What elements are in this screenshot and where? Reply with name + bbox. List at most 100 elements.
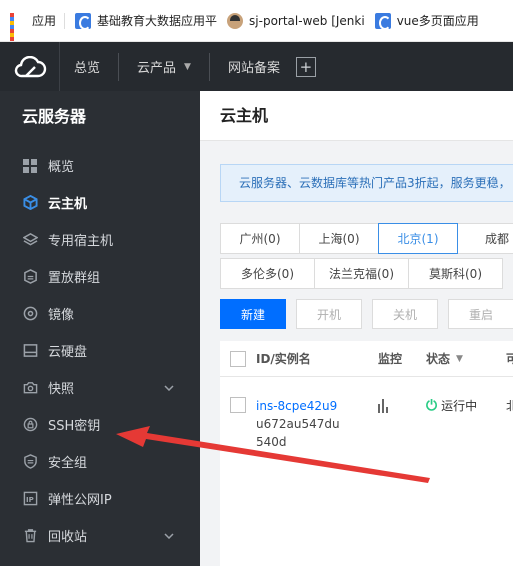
- plus-icon: +: [299, 57, 313, 76]
- region-row: 多伦多(0) 法兰克福(0) 莫斯科(0): [220, 258, 513, 289]
- sidebar-item-label: 弹性公网IP: [48, 493, 112, 508]
- sidebar-item-snapshot[interactable]: 快照: [0, 369, 200, 406]
- nav-icp-label: 网站备案: [227, 61, 280, 76]
- instance-id-link[interactable]: ins-8cpe42u9: [256, 397, 378, 415]
- sidebar-item-label: 镜像: [48, 308, 75, 323]
- instance-name: u672au547du540d: [256, 417, 340, 449]
- status-cell: ⏻ 运行中: [426, 397, 506, 414]
- sidebar-item-security-group[interactable]: 安全组: [0, 443, 200, 480]
- row-checkbox[interactable]: [230, 397, 246, 413]
- group-icon: [22, 269, 38, 285]
- svg-text:IP: IP: [26, 495, 34, 504]
- column-header-status[interactable]: 状态 ▼: [426, 350, 506, 367]
- chevron-down-icon: [164, 529, 174, 542]
- bookmark-label: vue多页面应用: [396, 14, 479, 28]
- disk-icon: [22, 343, 38, 359]
- top-navbar: 总览 云产品 ▼ 网站备案 +: [0, 42, 513, 91]
- filter-icon[interactable]: ▼: [456, 354, 463, 364]
- bookmark-jenkins[interactable]: sj-portal-web [Jenki: [227, 9, 365, 33]
- table-header: ID/实例名 监控 状态 ▼ 可: [220, 341, 513, 377]
- promo-notice[interactable]: 云服务器、云数据库等热门产品3折起，服务更稳，: [220, 164, 513, 202]
- bookmark-label: 基础教育大数据应用平: [97, 14, 218, 28]
- nav-products-dropdown[interactable]: 云产品 ▼: [123, 42, 205, 91]
- apps-grid-icon: [10, 12, 26, 41]
- bookmark-vue[interactable]: vue多页面应用: [374, 9, 479, 33]
- start-button[interactable]: 开机: [296, 299, 362, 329]
- region-row: 广州(0) 上海(0) 北京(1) 成都: [220, 223, 513, 254]
- jenkins-icon: [227, 12, 244, 29]
- sidebar-item-label: 快照: [48, 382, 75, 397]
- bookmark-edu-bigdata[interactable]: 基础教育大数据应用平: [75, 9, 217, 33]
- sidebar-item-label: 概览: [48, 160, 75, 175]
- nav-icp[interactable]: 网站备案: [214, 42, 294, 91]
- sidebar-item-recycle-bin[interactable]: 回收站: [0, 517, 200, 554]
- sidebar-title: 云服务器: [22, 107, 87, 126]
- cloud-logo-icon[interactable]: [0, 42, 60, 91]
- monitor-cell: [378, 397, 426, 413]
- column-header-id: ID/实例名: [256, 352, 311, 366]
- nav-products-label: 云产品: [137, 61, 177, 76]
- bookmark-doc-icon: [75, 12, 92, 30]
- sidebar-item-label: 安全组: [48, 456, 88, 471]
- bookmark-apps[interactable]: 应用: [10, 9, 57, 41]
- region-moscow[interactable]: 莫斯科(0): [408, 258, 503, 289]
- nav-overview-label: 总览: [74, 61, 101, 76]
- sidebar-item-cloud-disk[interactable]: 云硬盘: [0, 332, 200, 369]
- sidebar-item-image[interactable]: 镜像: [0, 295, 200, 332]
- sidebar: 云服务器 概览 云主机 专用宿主机 置放群组 镜像 云硬盘 快照 SSH密钥 安…: [0, 91, 200, 566]
- sidebar-item-placement-group[interactable]: 置放群组: [0, 258, 200, 295]
- region-chengdu[interactable]: 成都: [457, 223, 513, 254]
- region-beijing[interactable]: 北京(1): [378, 223, 458, 254]
- main-content: 云主机 云服务器、云数据库等热门产品3折起，服务更稳， 广州(0) 上海(0) …: [200, 91, 513, 566]
- add-shortcut-button[interactable]: +: [295, 56, 316, 77]
- bookmarks-bar: 应用 基础教育大数据应用平 sj-portal-web [Jenki vue多页…: [0, 0, 513, 42]
- grid-icon: [22, 158, 38, 174]
- region-shanghai[interactable]: 上海(0): [299, 223, 379, 254]
- nav-overview[interactable]: 总览: [60, 42, 114, 91]
- sidebar-item-dedicated-host[interactable]: 专用宿主机: [0, 221, 200, 258]
- nav-divider: [118, 52, 120, 81]
- caret-down-icon: ▼: [184, 61, 191, 72]
- instance-table: ID/实例名 监控 状态 ▼ 可 ins-8cpe42u9 u672au547d…: [220, 341, 513, 566]
- select-all-checkbox[interactable]: [230, 350, 246, 367]
- column-header-monitor: 监控: [378, 352, 403, 366]
- bookmark-label: sj-portal-web [Jenki: [249, 13, 365, 28]
- sidebar-item-label: SSH密钥: [48, 419, 101, 434]
- camera-icon: [22, 380, 38, 396]
- instance-actions: 新建 开机 关机 重启: [220, 299, 513, 329]
- region-guangzhou[interactable]: 广州(0): [220, 223, 300, 254]
- region-frankfurt[interactable]: 法兰克福(0): [314, 258, 409, 289]
- create-button[interactable]: 新建: [220, 299, 286, 329]
- sidebar-item-label: 置放群组: [48, 271, 101, 286]
- nav-divider: [208, 52, 210, 81]
- bar-chart-icon[interactable]: [378, 399, 388, 413]
- region-toronto[interactable]: 多伦多(0): [220, 258, 315, 289]
- sidebar-item-cvm[interactable]: 云主机: [0, 184, 200, 221]
- disc-icon: [22, 306, 38, 322]
- table-row: ins-8cpe42u9 u672au547du540d ⏻ 运行中 北: [220, 377, 513, 451]
- stop-button[interactable]: 关机: [372, 299, 438, 329]
- sidebar-item-label: 云主机: [48, 197, 88, 212]
- sidebar-item-label: 专用宿主机: [48, 234, 114, 249]
- instance-id-cell: ins-8cpe42u9 u672au547du540d: [256, 397, 378, 451]
- region-selector: 广州(0) 上海(0) 北京(1) 成都 多伦多(0) 法兰克福(0) 莫斯科(…: [220, 223, 513, 289]
- page-title: 云主机: [200, 91, 513, 141]
- column-header-status-label: 状态: [426, 352, 451, 366]
- sidebar-item-ssh-key[interactable]: SSH密钥: [0, 406, 200, 443]
- status-text: 运行中: [441, 399, 478, 413]
- restart-button[interactable]: 重启: [448, 299, 513, 329]
- truncated-cell: 北: [506, 399, 513, 413]
- sidebar-item-eip[interactable]: IP 弹性公网IP: [0, 480, 200, 517]
- bookmark-label: 应用: [32, 14, 57, 28]
- layers-icon: [22, 232, 38, 248]
- trash-icon: [22, 528, 38, 544]
- sidebar-item-overview[interactable]: 概览: [0, 147, 200, 184]
- power-icon: ⏻: [426, 397, 438, 414]
- ip-icon: IP: [22, 491, 38, 507]
- chevron-down-icon: [164, 381, 174, 394]
- bookmark-separator: [64, 12, 66, 29]
- sidebar-item-label: 云硬盘: [48, 345, 88, 360]
- bookmark-doc-icon: [374, 12, 391, 30]
- shield-icon: [22, 454, 38, 470]
- cube-icon: [22, 195, 38, 211]
